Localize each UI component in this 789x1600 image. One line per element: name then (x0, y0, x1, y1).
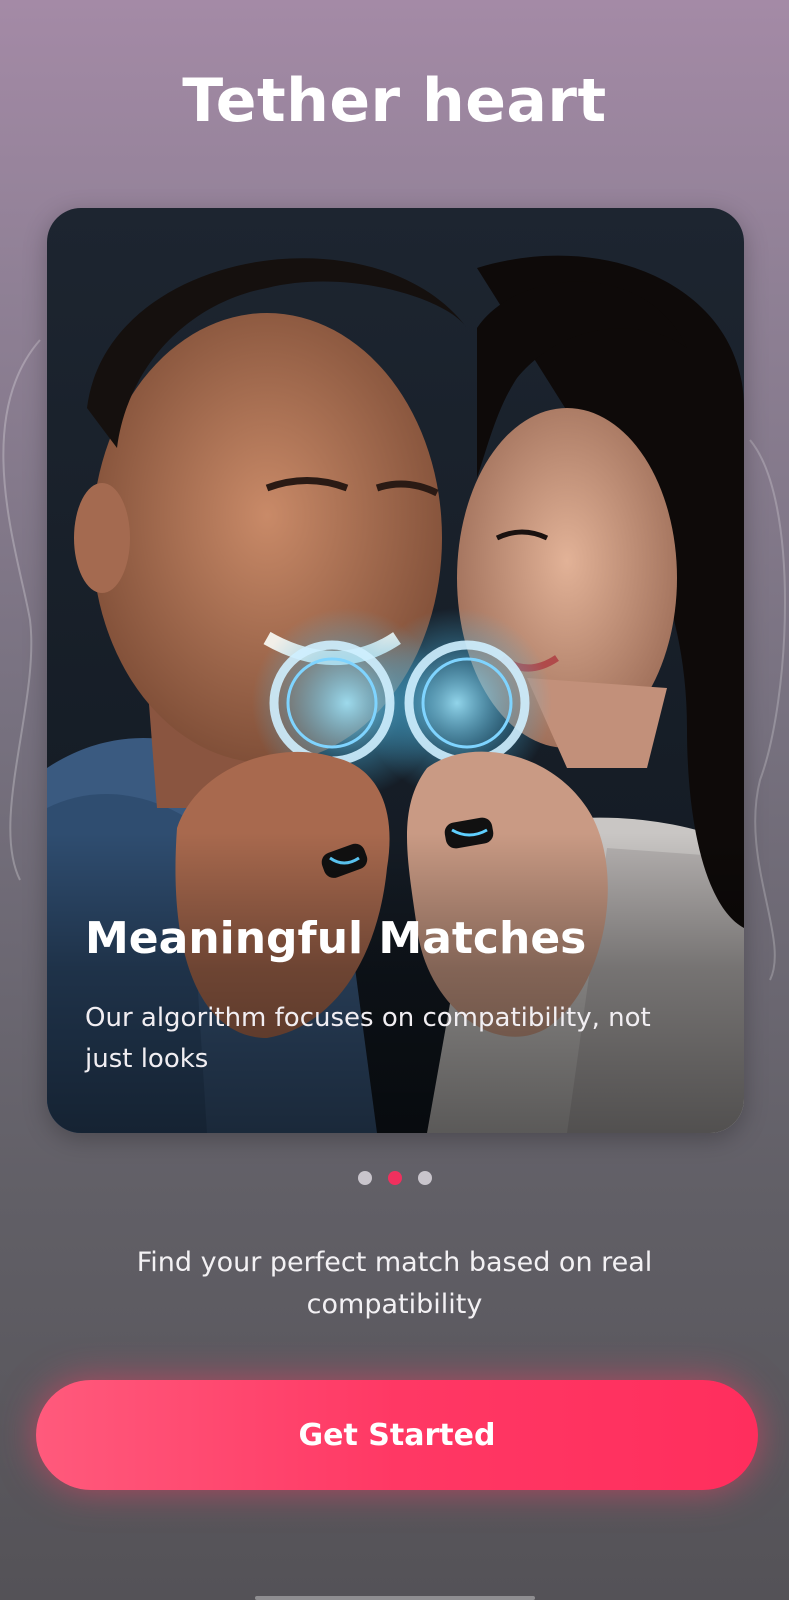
tagline: Find your perfect match based on real co… (136, 1247, 653, 1320)
pagination-dot-1[interactable] (357, 1171, 372, 1185)
app-title: Tether heart (182, 66, 607, 136)
slide-heading: Meaningful Matches (85, 913, 587, 964)
card-text-scrim (47, 833, 744, 1133)
pagination-dots (0, 1171, 789, 1185)
slide-description: Our algorithm focuses on compatibility, … (85, 1003, 651, 1074)
pagination-dot-2-active[interactable] (387, 1171, 402, 1185)
pagination-dot-3[interactable] (417, 1171, 432, 1185)
home-indicator (255, 1596, 535, 1600)
onboarding-slide-card[interactable]: Meaningful Matches Our algorithm focuses… (47, 208, 744, 1133)
get-started-button[interactable]: Get Started (36, 1380, 758, 1490)
